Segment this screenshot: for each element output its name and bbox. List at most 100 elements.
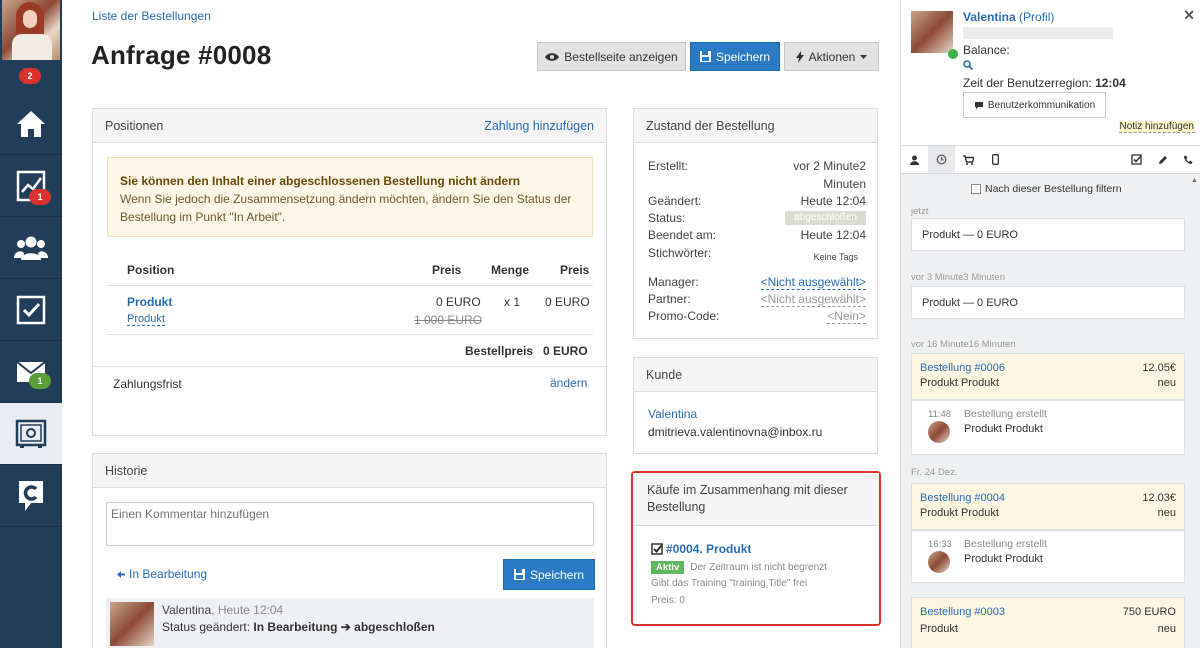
status-badge: abgeschloßen	[785, 211, 866, 225]
finished-label: Beendet am:	[648, 228, 717, 242]
chat-logo-icon	[19, 480, 43, 511]
nav-users[interactable]	[0, 217, 62, 279]
sidebar-tabs	[901, 146, 1200, 174]
related-active-badge: Aktiv	[651, 561, 685, 574]
nav-statistics[interactable]: 1	[0, 155, 62, 217]
tab-history[interactable]	[928, 146, 955, 173]
manager-select[interactable]: <Nicht ausgewählt>	[760, 275, 866, 290]
col-price: Preis	[432, 263, 462, 277]
feed-date: Fr. 24 Dez.	[911, 467, 958, 478]
feed-event-time: 16:33	[928, 539, 952, 550]
feed-order-status: neu	[1157, 623, 1176, 635]
back-status-label: In Bearbeitung	[129, 567, 208, 581]
order-price-value: 0 EURO	[543, 344, 588, 358]
save-button[interactable]: Speichern	[690, 42, 780, 71]
history-panel: Historie In Bearbeitung Speichern Valent…	[92, 453, 607, 648]
page-title: Anfrage #0008	[91, 40, 272, 70]
view-order-page-button[interactable]: Bestellseite anzeigen	[537, 42, 686, 71]
add-note-link[interactable]: Notiz hinzufügen	[1118, 121, 1195, 133]
back-to-in-progress-link[interactable]: In Bearbeitung	[117, 567, 207, 581]
col-position: Position	[127, 263, 175, 277]
close-icon[interactable]: ✕	[1183, 7, 1195, 24]
user-sidebar: Valentina (Profil) ✕ Balance: Zeit der B…	[900, 0, 1200, 648]
feed-event-time: 11:48	[928, 409, 952, 420]
feed-event-title: Bestellung erstellt	[964, 408, 1047, 420]
history-to: abgeschloßen	[354, 620, 435, 634]
feed-order-link[interactable]: Bestellung #0006	[920, 362, 1005, 374]
feed-order-amount: 750 EURO	[1122, 606, 1176, 618]
feed-order-product: Produkt	[920, 623, 958, 635]
feed-item[interactable]: Produkt — 0 EURO	[911, 218, 1185, 251]
promo-select[interactable]: <Nein>	[827, 309, 866, 324]
nav-tasks[interactable]	[0, 279, 62, 341]
tab-phone[interactable]	[1174, 146, 1200, 173]
cart-icon	[963, 154, 974, 165]
change-deadline-link[interactable]: ändern	[550, 376, 587, 390]
view-order-label: Bestellseite anzeigen	[564, 49, 678, 64]
position-product-sub[interactable]: Produkt	[127, 313, 165, 326]
position-product-link[interactable]: Produkt	[127, 295, 172, 309]
user-communication-button[interactable]: Benutzerkommunikation	[963, 92, 1106, 118]
customer-panel: Kunde Valentina dmitrieva.valentinovna@i…	[633, 357, 878, 454]
sidebar-avatar[interactable]	[911, 11, 953, 53]
timezone-label: Zeit der Benutzerregion:	[963, 76, 1096, 90]
users-icon	[14, 236, 48, 260]
tags-value[interactable]: Keine Tags	[814, 252, 858, 262]
search-icon[interactable]	[963, 60, 973, 70]
history-save-button[interactable]: Speichern	[503, 559, 595, 590]
tab-mobile[interactable]	[982, 146, 1009, 173]
lightning-icon	[795, 50, 804, 63]
phone-icon	[1183, 155, 1192, 164]
related-item-link[interactable]: #0004. Produkt	[666, 542, 751, 556]
chat-bubble-icon	[974, 101, 983, 109]
sidebar-user-name[interactable]: Valentina	[963, 10, 1016, 24]
feed-order-product: Produkt Produkt	[920, 377, 999, 389]
add-payment-link[interactable]: Zahlung hinzufügen	[484, 119, 594, 133]
created-label: Erstellt:	[648, 159, 689, 173]
feed-order-link[interactable]: Bestellung #0003	[920, 606, 1005, 618]
back-to-orders-link[interactable]: Liste der Bestellungen	[92, 9, 211, 23]
feed-order-card[interactable]: Bestellung #0003 750 EURO Produkt neu	[911, 597, 1185, 648]
sidebar-profile-link[interactable]: (Profil)	[1019, 10, 1054, 24]
changed-value: Heute 12:04	[800, 194, 866, 208]
position-price: 0 EURO	[436, 295, 481, 309]
floppy-icon	[699, 51, 711, 62]
history-from: In Bearbeitung	[253, 620, 338, 634]
feed-event-card: 11:48 Bestellung erstellt Produkt Produk…	[911, 400, 1185, 455]
feed-event-product: Produkt Produkt	[964, 423, 1043, 435]
filter-label: Nach dieser Bestellung filtern	[985, 183, 1122, 195]
feed-order-link[interactable]: Bestellung #0004	[920, 492, 1005, 504]
history-time: , Heute 12:04	[211, 603, 284, 617]
user-avatar[interactable]	[2, 0, 60, 60]
nav-home[interactable]	[0, 93, 62, 155]
history-save-label: Speichern	[529, 567, 585, 582]
tab-user[interactable]	[901, 146, 928, 173]
created-value-cont: Minuten	[823, 177, 866, 191]
tab-tasks[interactable]	[1123, 146, 1150, 173]
comment-textarea[interactable]	[106, 502, 594, 546]
left-navigation: 2 1 1	[0, 0, 62, 648]
feed-order-card[interactable]: Bestellung #0004 12.03€ Produkt Produkt …	[911, 483, 1185, 530]
sidebar-scrollbar[interactable]: ▲	[1189, 175, 1199, 648]
history-author: Valentina	[162, 603, 212, 617]
status-label: Status:	[648, 211, 686, 225]
filter-checkbox[interactable]	[971, 184, 981, 194]
changed-label: Geändert:	[648, 194, 702, 208]
mail-badge: 1	[29, 373, 51, 389]
nav-messages[interactable]: 1	[0, 341, 62, 403]
feed-order-status: neu	[1157, 377, 1176, 389]
tab-cart[interactable]	[955, 146, 982, 173]
partner-select[interactable]: <Nicht ausgewählt>	[760, 292, 866, 307]
feed-item[interactable]: Produkt — 0 EURO	[911, 286, 1185, 319]
nav-sales[interactable]	[0, 403, 62, 465]
nav-chat[interactable]	[0, 465, 62, 527]
pencil-icon	[1158, 155, 1167, 164]
feed-order-status: neu	[1157, 507, 1176, 519]
tab-edit[interactable]	[1149, 146, 1176, 173]
customer-name-link[interactable]: Valentina	[648, 407, 697, 421]
positions-panel: Positionen Zahlung hinzufügen Sie können…	[92, 108, 607, 436]
mobile-icon	[992, 154, 999, 165]
warning-text: Wenn Sie jedoch die Zusammensetzung ände…	[120, 192, 572, 224]
feed-order-card[interactable]: Bestellung #0006 12.05€ Produkt Produkt …	[911, 353, 1185, 400]
actions-dropdown[interactable]: Aktionen	[784, 42, 879, 71]
